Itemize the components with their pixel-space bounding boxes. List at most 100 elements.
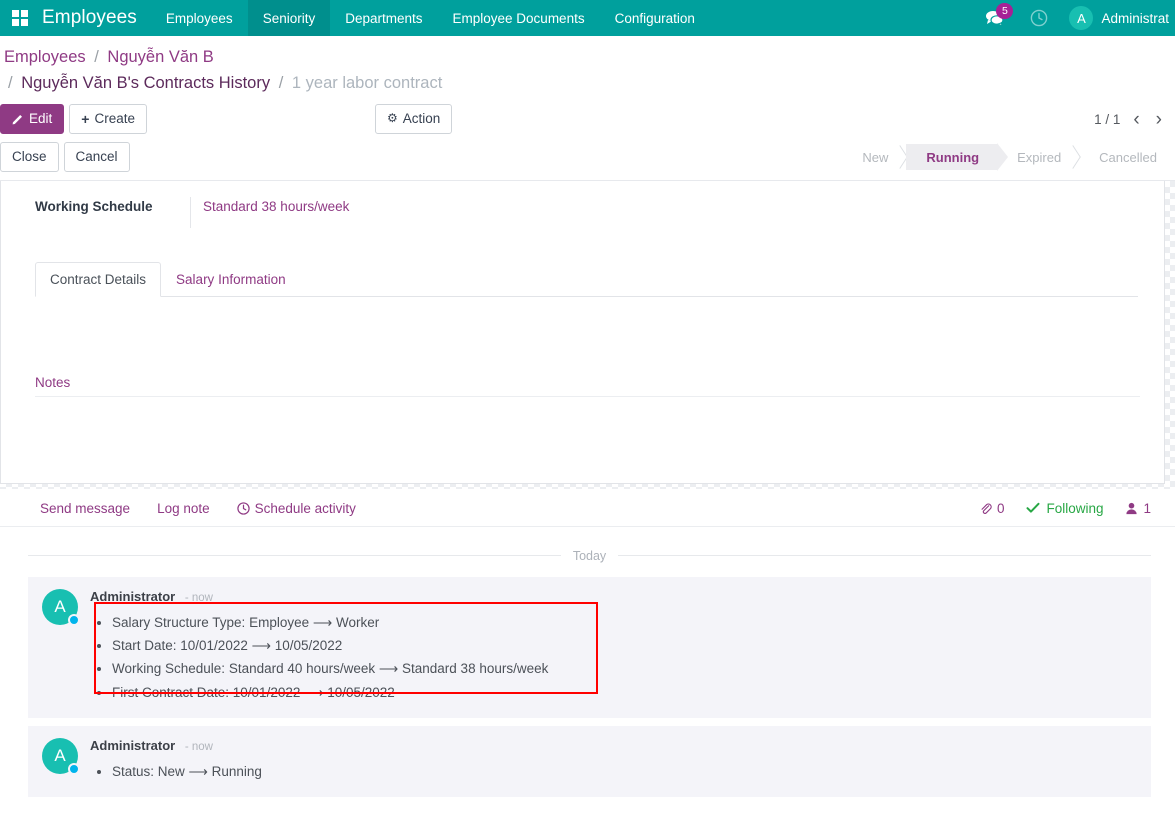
message-body: Administrator - now Status: New ⟶ Runnin… [90, 738, 1137, 783]
avatar: A [1069, 6, 1093, 30]
breadcrumb-separator: / [94, 48, 99, 66]
status-bar: New Running Expired Cancelled [842, 144, 1175, 170]
menu-item-employees[interactable]: Employees [151, 0, 248, 36]
dialog-buttons: Close Cancel [0, 142, 130, 172]
activities-menu-button[interactable] [1017, 0, 1061, 36]
tracking-line: Status: New ⟶ Running [112, 760, 1137, 783]
status-cancelled[interactable]: Cancelled [1079, 144, 1175, 170]
form-sheet: Working Schedule Standard 38 hours/week … [0, 181, 1165, 484]
breadcrumb: Employees / Nguyễn Văn B / Nguyễn Văn B'… [0, 36, 1175, 98]
user-name-label: Administrat [1101, 11, 1169, 26]
day-separator-label: Today [573, 549, 606, 563]
messages-menu-button[interactable]: 5 [973, 0, 1017, 36]
tracking-line: Start Date: 10/01/2022 ⟶ 10/05/2022 [112, 634, 1137, 657]
notes-divider [35, 396, 1140, 397]
divider [28, 555, 561, 556]
schedule-activity-button[interactable]: Schedule activity [237, 501, 356, 516]
edit-button-label: Edit [29, 110, 52, 128]
notes-label: Notes [35, 375, 1138, 396]
create-button[interactable]: + Create [69, 104, 147, 134]
tab-salary-information[interactable]: Salary Information [161, 262, 301, 297]
clock-icon [1030, 9, 1048, 27]
menu-item-configuration[interactable]: Configuration [600, 0, 710, 36]
presence-indicator-icon [68, 763, 80, 775]
followers-button[interactable]: 1 [1125, 501, 1151, 516]
edit-button[interactable]: Edit [0, 104, 64, 134]
tracking-line: Working Schedule: Standard 40 hours/week… [112, 657, 1137, 680]
breadcrumb-item-contracts-history[interactable]: Nguyễn Văn B's Contracts History [21, 74, 270, 92]
navbar-systray: 5 A Administrat [973, 0, 1175, 36]
breadcrumb-line-2: / Nguyễn Văn B's Contracts History / 1 y… [4, 71, 1175, 97]
schedule-activity-label: Schedule activity [255, 501, 356, 516]
presence-indicator-icon [68, 614, 80, 626]
followers-count: 1 [1143, 501, 1151, 516]
pager-value: 1 / 1 [1094, 112, 1120, 127]
avatar-initial: A [54, 746, 65, 766]
clock-icon [237, 502, 250, 515]
following-button[interactable]: Following [1026, 501, 1103, 516]
breadcrumb-item-employee[interactable]: Nguyễn Văn B [107, 48, 213, 66]
menu-item-departments[interactable]: Departments [330, 0, 437, 36]
following-label: Following [1046, 501, 1103, 516]
pager-previous-button[interactable]: ‹ [1130, 110, 1142, 129]
user-menu-button[interactable]: A Administrat [1061, 6, 1175, 30]
breadcrumb-line-1: Employees / Nguyễn Văn B [4, 45, 1175, 71]
breadcrumb-separator: / [279, 74, 284, 92]
check-icon [1026, 502, 1040, 514]
attachments-button[interactable]: 0 [979, 501, 1005, 516]
avatar: A [42, 589, 78, 625]
day-separator: Today [28, 527, 1151, 577]
paperclip-icon [979, 502, 992, 515]
apps-grid-icon [12, 10, 28, 26]
send-message-button[interactable]: Send message [40, 501, 130, 516]
status-running[interactable]: Running [906, 144, 997, 170]
message-item: A Administrator - now Salary Structure T… [28, 577, 1151, 718]
tab-contract-details[interactable]: Contract Details [35, 262, 161, 297]
message-item: A Administrator - now Status: New ⟶ Runn… [28, 726, 1151, 797]
gear-icon: ⚙ [387, 111, 398, 127]
action-button[interactable]: ⚙ Action [375, 104, 452, 134]
menu-item-seniority[interactable]: Seniority [248, 0, 331, 36]
menu-item-employee-documents[interactable]: Employee Documents [438, 0, 600, 36]
control-panel-secondary: Close Cancel New Running Expired Cancell… [0, 140, 1175, 181]
main-menu: Employees Seniority Departments Employee… [151, 0, 710, 36]
message-thread: Today A Administrator - now Salary Struc… [0, 527, 1175, 797]
message-author: Administrator [90, 589, 175, 604]
tracking-line: Salary Structure Type: Employee ⟶ Worker [112, 611, 1137, 634]
breadcrumb-separator: / [8, 74, 13, 92]
log-note-button[interactable]: Log note [157, 501, 210, 516]
close-button[interactable]: Close [0, 142, 59, 172]
message-header: Administrator - now [90, 589, 1137, 604]
message-timestamp: - now [185, 592, 213, 604]
breadcrumb-item-employees[interactable]: Employees [4, 48, 86, 66]
message-timestamp: - now [185, 741, 213, 753]
tracking-line: First Contract Date: 10/01/2022 ⟶ 10/05/… [112, 681, 1137, 704]
chatter-toolbar: Send message Log note Schedule activity … [0, 489, 1175, 527]
apps-menu-toggle[interactable] [0, 0, 38, 36]
message-header: Administrator - now [90, 738, 1137, 753]
breadcrumb-current-record: 1 year labor contract [292, 74, 442, 92]
app-brand-title: Employees [38, 0, 151, 36]
plus-icon: + [81, 110, 89, 128]
pager-next-button[interactable]: › [1153, 110, 1165, 129]
avatar: A [42, 738, 78, 774]
user-icon [1125, 502, 1138, 515]
pencil-icon [12, 113, 24, 125]
record-buttons: Edit + Create [0, 104, 147, 134]
form-sheet-background: Working Schedule Standard 38 hours/week … [0, 181, 1175, 489]
cancel-button[interactable]: Cancel [64, 142, 130, 172]
message-author: Administrator [90, 738, 175, 753]
message-tracking-list: Salary Structure Type: Employee ⟶ Worker… [90, 611, 1137, 704]
avatar-initial: A [54, 597, 65, 617]
notes-section: Notes [35, 375, 1138, 397]
status-expired[interactable]: Expired [997, 144, 1079, 170]
control-panel-buttons: Edit + Create ⚙ Action 1 / 1 ‹ › [0, 98, 1175, 140]
chatter: Send message Log note Schedule activity … [0, 489, 1175, 797]
record-pager: 1 / 1 ‹ › [1094, 110, 1165, 129]
working-schedule-value[interactable]: Standard 38 hours/week [190, 197, 1138, 228]
notebook-tabs: Contract Details Salary Information [35, 262, 1138, 297]
messages-counter-badge: 5 [996, 3, 1013, 19]
action-button-label: Action [403, 110, 441, 128]
message-body: Administrator - now Salary Structure Typ… [90, 589, 1137, 704]
status-new[interactable]: New [842, 144, 906, 170]
